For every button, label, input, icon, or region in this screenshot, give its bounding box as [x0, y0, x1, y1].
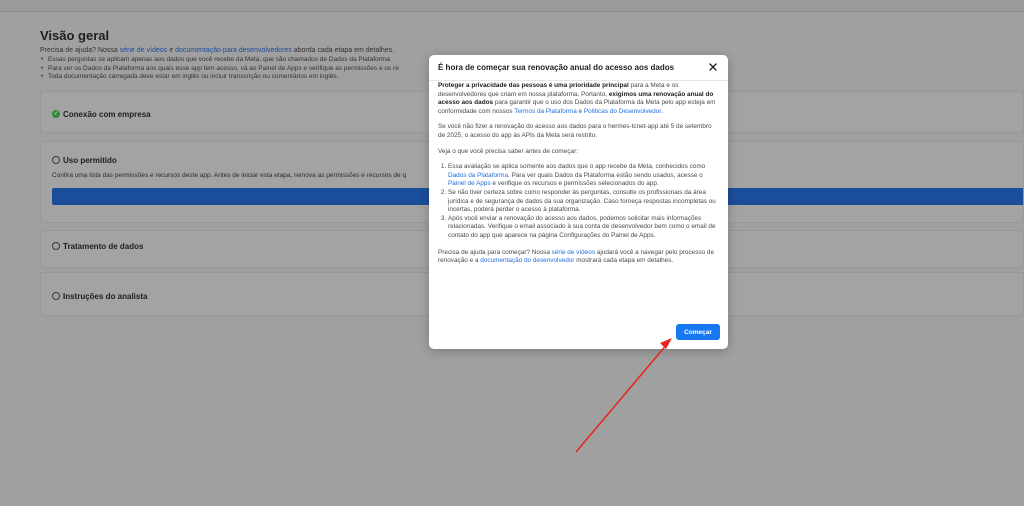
list-item: Após você enviar a renovação do acesso a… — [448, 215, 719, 241]
section-description: Confira uma lista das permissões e recur… — [52, 172, 407, 179]
modal-paragraph-deadline: Se você não fizer a renovação do acesso … — [438, 123, 712, 139]
close-icon[interactable] — [707, 61, 719, 73]
list-item: Se não tiver certeza sobre como responde… — [448, 189, 719, 215]
video-series-link[interactable]: série de vídeos — [552, 249, 595, 256]
docs-link[interactable]: documentação para desenvolvedores — [175, 47, 292, 54]
developer-docs-link[interactable]: documentação do desenvolvedor — [480, 257, 574, 264]
modal-header: É hora de começar sua renovação anual do… — [429, 55, 728, 81]
section-title: Tratamento de dados — [63, 242, 144, 251]
list-item: Essa avaliação se aplica somente aos dad… — [448, 163, 719, 189]
renewal-modal: É hora de começar sua renovação anual do… — [429, 55, 728, 349]
help-text: Precisa de ajuda? Nossa série de vídeos … — [40, 47, 395, 54]
section-title: Uso permitido — [63, 156, 117, 165]
modal-list: Essa avaliação se aplica somente aos dad… — [438, 163, 719, 240]
modal-body: Proteger a privacidade das pessoas é uma… — [438, 82, 719, 273]
modal-paragraph-intro: Veja o que você precisa saber antes de c… — [438, 147, 578, 155]
modal-paragraph-help: Precisa de ajuda para começar? Nossa sér… — [438, 248, 715, 265]
check-icon: ✓ — [52, 110, 60, 118]
page-title: Visão geral — [40, 28, 110, 43]
modal-paragraph-privacy: Proteger a privacidade das pessoas é uma… — [438, 82, 716, 115]
section-title: Conexão com empresa — [63, 110, 151, 119]
section-title: Instruções do analista — [63, 292, 148, 301]
top-bar — [0, 0, 1024, 12]
modal-title: É hora de começar sua renovação anual do… — [438, 63, 675, 72]
radio-icon — [52, 242, 60, 250]
radio-icon — [52, 292, 60, 300]
platform-data-link[interactable]: Dados da Plataforma — [448, 172, 508, 179]
platform-terms-link[interactable]: Termos da Plataforma — [514, 108, 577, 115]
radio-icon — [52, 156, 60, 164]
developer-policies-link[interactable]: Políticas do Desenvolvedor — [584, 108, 661, 115]
videos-link[interactable]: série de vídeos — [120, 47, 167, 54]
app-dashboard-link[interactable]: Painel de Apps — [448, 180, 491, 187]
start-button[interactable]: Começar — [676, 324, 720, 340]
